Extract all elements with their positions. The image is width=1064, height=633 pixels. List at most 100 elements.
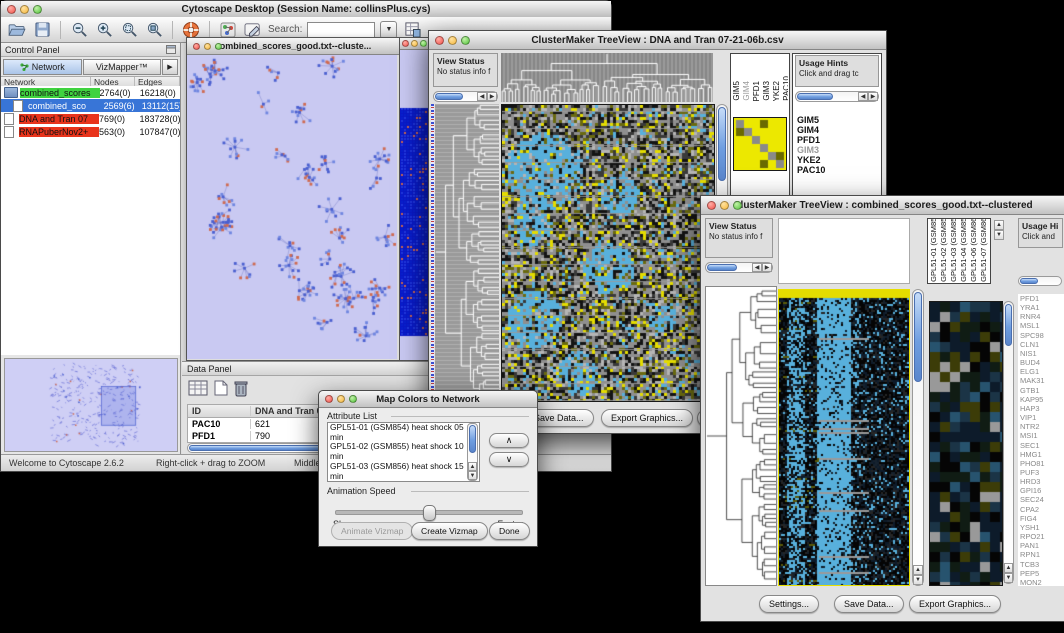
zoom-matrix-canvas[interactable] (929, 301, 1003, 586)
minimize-button[interactable] (337, 395, 345, 403)
zoom-in-icon[interactable] (94, 20, 114, 40)
zoom-button[interactable] (733, 201, 742, 210)
treeview2-right-hscrollbar[interactable] (1018, 276, 1062, 286)
close-button[interactable] (7, 5, 16, 14)
minimize-button[interactable] (720, 201, 729, 210)
dense-network-canvas[interactable] (400, 50, 428, 360)
search-dropdown-button[interactable]: ▼ (380, 21, 397, 39)
gene-label[interactable]: SPC98 (1020, 331, 1064, 340)
gene-label[interactable]: GIM4 (797, 125, 881, 135)
main-titlebar[interactable]: Cytoscape Desktop (Session Name: collins… (1, 1, 611, 18)
gene-label[interactable]: MSI1 (1020, 431, 1064, 440)
settings-button[interactable]: Settings... (759, 595, 819, 613)
zoom-button[interactable] (215, 43, 222, 50)
column-label[interactable]: GPL51-01 (GSM854) (929, 219, 938, 282)
gene-label[interactable]: PUF3 (1020, 468, 1064, 477)
close-button[interactable] (707, 201, 716, 210)
gene-label[interactable]: TCB3 (1020, 560, 1064, 569)
gene-label[interactable]: YKE2 (797, 155, 881, 165)
zoom-button[interactable] (461, 36, 470, 45)
background-window-titlebar[interactable] (400, 38, 430, 50)
animation-speed-slider[interactable] (335, 510, 523, 515)
scrollbar-thumb[interactable] (718, 107, 726, 181)
move-up-button[interactable]: ∧ (489, 433, 529, 448)
attribute-list-scrollbar[interactable]: ▲▼ (467, 423, 478, 481)
save-data-button[interactable]: Save Data... (834, 595, 904, 613)
gene-label[interactable]: KAP95 (1020, 395, 1064, 404)
network-row[interactable]: RNAPuberNov2+ 563(0) 107847(0) (1, 125, 180, 138)
gene-label[interactable]: HMG1 (1020, 450, 1064, 459)
export-graphics-button[interactable]: Export Graphics... (909, 595, 1001, 613)
zoom-fit-icon[interactable] (144, 20, 164, 40)
scrollbar-thumb[interactable] (435, 93, 463, 100)
animate-vizmap-button[interactable]: Animate Vizmap (331, 522, 413, 540)
gene-label[interactable]: VIP1 (1020, 413, 1064, 422)
minimize-button[interactable] (20, 5, 29, 14)
gene-label[interactable]: SEC24 (1020, 495, 1064, 504)
gene-label[interactable]: RPO21 (1020, 532, 1064, 541)
done-button[interactable]: Done (489, 522, 530, 540)
select-attributes-icon[interactable] (188, 380, 208, 396)
zoom-button[interactable] (420, 40, 427, 47)
scrollbar-thumb[interactable] (707, 264, 737, 271)
gene-label[interactable]: MON2 (1020, 578, 1064, 586)
open-session-icon[interactable] (7, 20, 27, 40)
minimize-button[interactable] (448, 36, 457, 45)
create-vizmap-button[interactable]: Create Vizmap (411, 522, 488, 540)
column-label[interactable]: GPL51-07 (GSM868) (979, 219, 988, 282)
tab-overflow-arrow[interactable]: ▶ (162, 59, 178, 75)
gene-label[interactable]: CLN1 (1020, 340, 1064, 349)
gene-label[interactable]: YSH1 (1020, 523, 1064, 532)
column-label[interactable]: GPL51-04 (GSM857) (959, 219, 968, 282)
gene-label[interactable]: MAK31 (1020, 376, 1064, 385)
search-input[interactable] (307, 22, 375, 38)
minimize-button[interactable] (204, 43, 211, 50)
network-view-titlebar[interactable]: combined_scores_good.txt--cluste... (187, 38, 399, 55)
gene-label[interactable]: PEP5 (1020, 569, 1064, 578)
close-button[interactable] (402, 40, 409, 47)
network-row[interactable]: combined_sco 2569(6) 13112(15) (1, 99, 180, 112)
attribute-list-item[interactable]: GPL51-01 (GSM854) heat shock 05 min (330, 423, 479, 442)
column-dendrogram-canvas[interactable] (501, 53, 713, 102)
zoom-selected-icon[interactable] (119, 20, 139, 40)
network-overview-canvas[interactable] (4, 358, 178, 452)
column-id[interactable]: ID (188, 406, 251, 416)
scrollbar-thumb[interactable] (914, 292, 922, 382)
save-session-icon[interactable] (32, 20, 52, 40)
new-attribute-icon[interactable] (214, 380, 228, 396)
gene-label[interactable]: YRA1 (1020, 303, 1064, 312)
tab-network[interactable]: Network (3, 59, 82, 75)
gene-label[interactable]: GIM3 (797, 145, 881, 155)
network-row[interactable]: combined_scores 2764(0) 16218(0) (1, 86, 180, 99)
column-label[interactable]: GIM4 (742, 81, 751, 101)
float-panel-icon[interactable] (166, 45, 176, 54)
treeview1-right-hscrollbar[interactable]: ◀▶ (795, 91, 879, 102)
labels-scroll-up[interactable]: ▲ (994, 220, 1004, 230)
column-label[interactable]: GIM5 (732, 81, 741, 101)
attribute-list-item[interactable]: GPL51-02 (GSM855) heat shock 10 min (330, 442, 479, 461)
scrollbar-thumb[interactable] (797, 93, 833, 100)
map-colors-titlebar[interactable]: Map Colors to Network (319, 391, 537, 408)
gene-label[interactable]: PFD1 (1020, 294, 1064, 303)
zoom-out-icon[interactable] (69, 20, 89, 40)
row-dendrogram-canvas[interactable] (706, 289, 776, 583)
attribute-list-item[interactable]: GPL51-04 (GSM857) heat shock 20 min (330, 481, 479, 482)
gene-label[interactable]: ELG1 (1020, 367, 1064, 376)
gene-label[interactable]: PAN1 (1020, 541, 1064, 550)
treeview1-titlebar[interactable]: ClusterMaker TreeView : DNA and Tran 07-… (429, 31, 886, 50)
gene-label[interactable]: CPA2 (1020, 505, 1064, 514)
treeview2-vscrollbar[interactable]: ▲▼ (912, 289, 924, 586)
treeview2-titlebar[interactable]: ClusterMaker TreeView : combined_scores_… (701, 196, 1064, 215)
gene-label[interactable]: GTB1 (1020, 386, 1064, 395)
scrollbar-thumb[interactable] (1020, 278, 1038, 284)
gene-label[interactable]: PFD1 (797, 135, 881, 145)
attribute-list-item[interactable]: GPL51-03 (GSM856) heat shock 15 min (330, 462, 479, 481)
gene-label[interactable]: HRD3 (1020, 477, 1064, 486)
tab-vizmapper[interactable]: VizMapper™ (83, 59, 162, 75)
gene-label[interactable]: BUD4 (1020, 358, 1064, 367)
column-label[interactable]: PFD1 (752, 81, 761, 101)
move-down-button[interactable]: ∨ (489, 452, 529, 467)
export-graphics-button[interactable]: Export Graphics... (601, 409, 693, 427)
gene-label[interactable]: PAC10 (797, 165, 881, 175)
gene-label[interactable]: NIS1 (1020, 349, 1064, 358)
